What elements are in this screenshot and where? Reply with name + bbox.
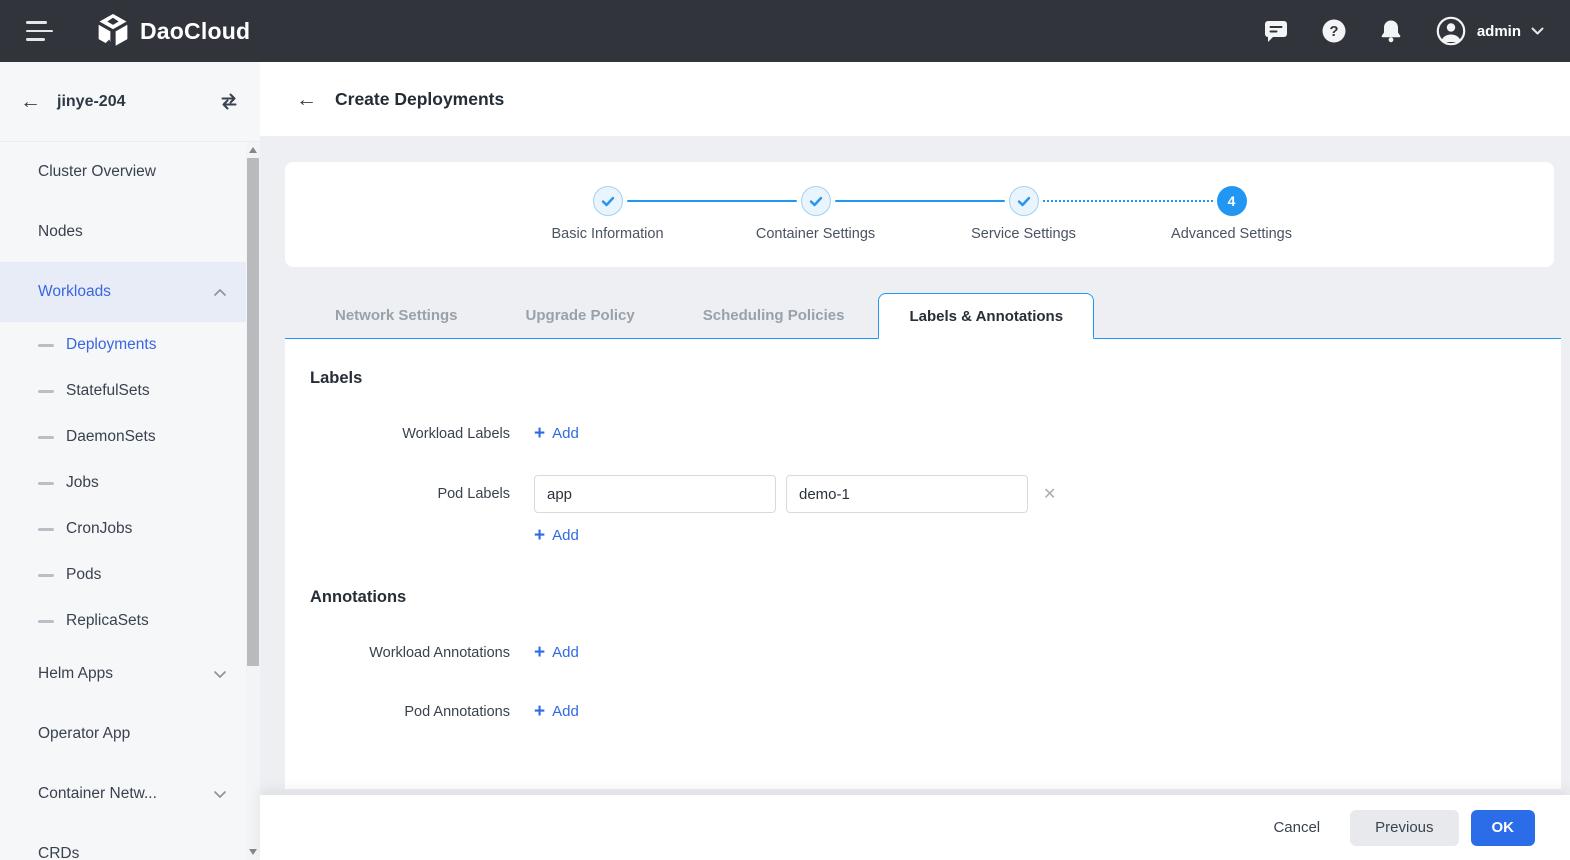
user-menu[interactable]: admin	[1435, 15, 1544, 47]
chevron-down-icon	[214, 791, 226, 798]
brand[interactable]: DaoCloud	[96, 12, 250, 50]
step-check-icon[interactable]	[1009, 186, 1039, 216]
step-advanced-settings: 4 Advanced Settings	[1217, 186, 1247, 267]
scrollbar-thumb[interactable]	[247, 158, 259, 666]
sidebar-item-nodes[interactable]: Nodes	[0, 202, 246, 262]
step-connector	[627, 200, 797, 202]
plus-icon: +	[534, 702, 545, 721]
dash-icon	[38, 436, 54, 439]
add-pod-label-button[interactable]: + Add	[534, 526, 579, 545]
chevron-up-icon	[214, 289, 226, 296]
dash-icon	[38, 574, 54, 577]
sidebar-nav: Cluster Overview Nodes Workloads Deploym…	[0, 142, 246, 860]
tab-labels-annotations[interactable]: Labels & Annotations	[878, 293, 1094, 339]
scroll-up-arrow-icon[interactable]	[249, 147, 257, 153]
sidebar-back-icon[interactable]: ←	[20, 91, 41, 112]
brand-name: DaoCloud	[140, 18, 250, 45]
chevron-down-icon	[1531, 27, 1544, 35]
wizard-stepper: Basic Information Container Settings Ser…	[285, 162, 1554, 267]
workload-annotations-row: Workload Annotations + Add	[310, 643, 1561, 662]
step-check-icon[interactable]	[593, 186, 623, 216]
daocloud-logo-icon	[96, 12, 130, 50]
add-pod-annotation-button[interactable]: + Add	[534, 702, 579, 721]
help-icon[interactable]: ?	[1321, 18, 1347, 44]
wizard-footer: Cancel Previous OK	[260, 795, 1570, 860]
sidebar-item-crds[interactable]: CRDs	[0, 824, 246, 860]
add-pod-label-row: + Add	[534, 526, 1561, 546]
tab-network-settings[interactable]: Network Settings	[301, 293, 492, 338]
svg-text:?: ?	[1329, 23, 1338, 40]
step-connector-pending	[1043, 200, 1213, 202]
workload-labels-label: Workload Labels	[310, 426, 510, 442]
settings-tabs: Network Settings Upgrade Policy Scheduli…	[285, 293, 1561, 339]
labels-section-heading: Labels	[310, 369, 1561, 388]
tab-scheduling-policies[interactable]: Scheduling Policies	[669, 293, 879, 338]
dash-icon	[38, 390, 54, 393]
sidebar-item-statefulsets[interactable]: StatefulSets	[0, 368, 246, 414]
sidebar-item-deployments[interactable]: Deployments	[0, 322, 246, 368]
labels-annotations-panel: Labels Workload Labels + Add Pod Labels …	[285, 339, 1561, 789]
hamburger-menu-icon[interactable]	[26, 21, 54, 41]
scroll-down-arrow-icon[interactable]	[249, 849, 257, 855]
pod-label-key-input[interactable]	[534, 475, 776, 513]
notifications-bell-icon[interactable]	[1379, 18, 1403, 44]
page-back-icon[interactable]: ←	[296, 89, 317, 110]
sidebar: ← jinye-204 Cluster Overview Nodes Workl…	[0, 62, 260, 860]
annotations-section-heading: Annotations	[310, 588, 1561, 607]
step-number-badge[interactable]: 4	[1217, 186, 1247, 216]
sidebar-item-cluster-overview[interactable]: Cluster Overview	[0, 142, 246, 202]
topbar: DaoCloud ?	[0, 0, 1570, 62]
sidebar-item-replicasets[interactable]: ReplicaSets	[0, 598, 246, 644]
chevron-down-icon	[214, 671, 226, 678]
sidebar-item-container-network[interactable]: Container Netw...	[0, 764, 246, 824]
main-area: ← Create Deployments Basic Information C…	[260, 62, 1570, 860]
remove-row-icon[interactable]: ✕	[1043, 484, 1056, 504]
messages-icon[interactable]	[1263, 19, 1289, 43]
plus-icon: +	[534, 526, 545, 545]
add-workload-annotation-button[interactable]: + Add	[534, 643, 579, 662]
page-header: ← Create Deployments	[260, 62, 1570, 137]
pod-labels-label: Pod Labels	[310, 486, 510, 502]
sidebar-item-cronjobs[interactable]: CronJobs	[0, 506, 246, 552]
avatar-icon	[1435, 15, 1467, 47]
step-check-icon[interactable]	[801, 186, 831, 216]
plus-icon: +	[534, 643, 545, 662]
workload-annotations-label: Workload Annotations	[310, 645, 510, 661]
cluster-name: jinye-204	[57, 93, 125, 111]
refresh-icon[interactable]	[218, 92, 240, 111]
sidebar-header: ← jinye-204	[0, 62, 260, 142]
user-name: admin	[1477, 23, 1521, 40]
plus-icon: +	[534, 424, 545, 443]
dash-icon	[38, 482, 54, 485]
tab-upgrade-policy[interactable]: Upgrade Policy	[492, 293, 669, 338]
dash-icon	[38, 344, 54, 347]
step-service-settings: Service Settings	[1009, 186, 1039, 267]
workload-labels-row: Workload Labels + Add	[310, 424, 1561, 443]
step-basic-information: Basic Information	[593, 186, 623, 267]
sidebar-item-operator-app[interactable]: Operator App	[0, 704, 246, 764]
pod-annotations-row: Pod Annotations + Add	[310, 702, 1561, 721]
dash-icon	[38, 620, 54, 623]
sidebar-scrollbar[interactable]	[246, 142, 260, 860]
pod-label-value-input[interactable]	[786, 475, 1028, 513]
pod-annotations-label: Pod Annotations	[310, 704, 510, 720]
sidebar-item-pods[interactable]: Pods	[0, 552, 246, 598]
pod-labels-row: Pod Labels ✕	[310, 475, 1561, 513]
step-connector	[835, 200, 1005, 202]
sidebar-item-jobs[interactable]: Jobs	[0, 460, 246, 506]
sidebar-item-daemonsets[interactable]: DaemonSets	[0, 414, 246, 460]
page-title: Create Deployments	[335, 89, 504, 110]
add-workload-label-button[interactable]: + Add	[534, 424, 579, 443]
cancel-button[interactable]: Cancel	[1263, 810, 1330, 846]
dash-icon	[38, 528, 54, 531]
sidebar-item-helm-apps[interactable]: Helm Apps	[0, 644, 246, 704]
ok-button[interactable]: OK	[1471, 810, 1536, 846]
step-container-settings: Container Settings	[801, 186, 831, 267]
previous-button[interactable]: Previous	[1350, 810, 1458, 846]
sidebar-item-workloads[interactable]: Workloads	[0, 262, 246, 322]
